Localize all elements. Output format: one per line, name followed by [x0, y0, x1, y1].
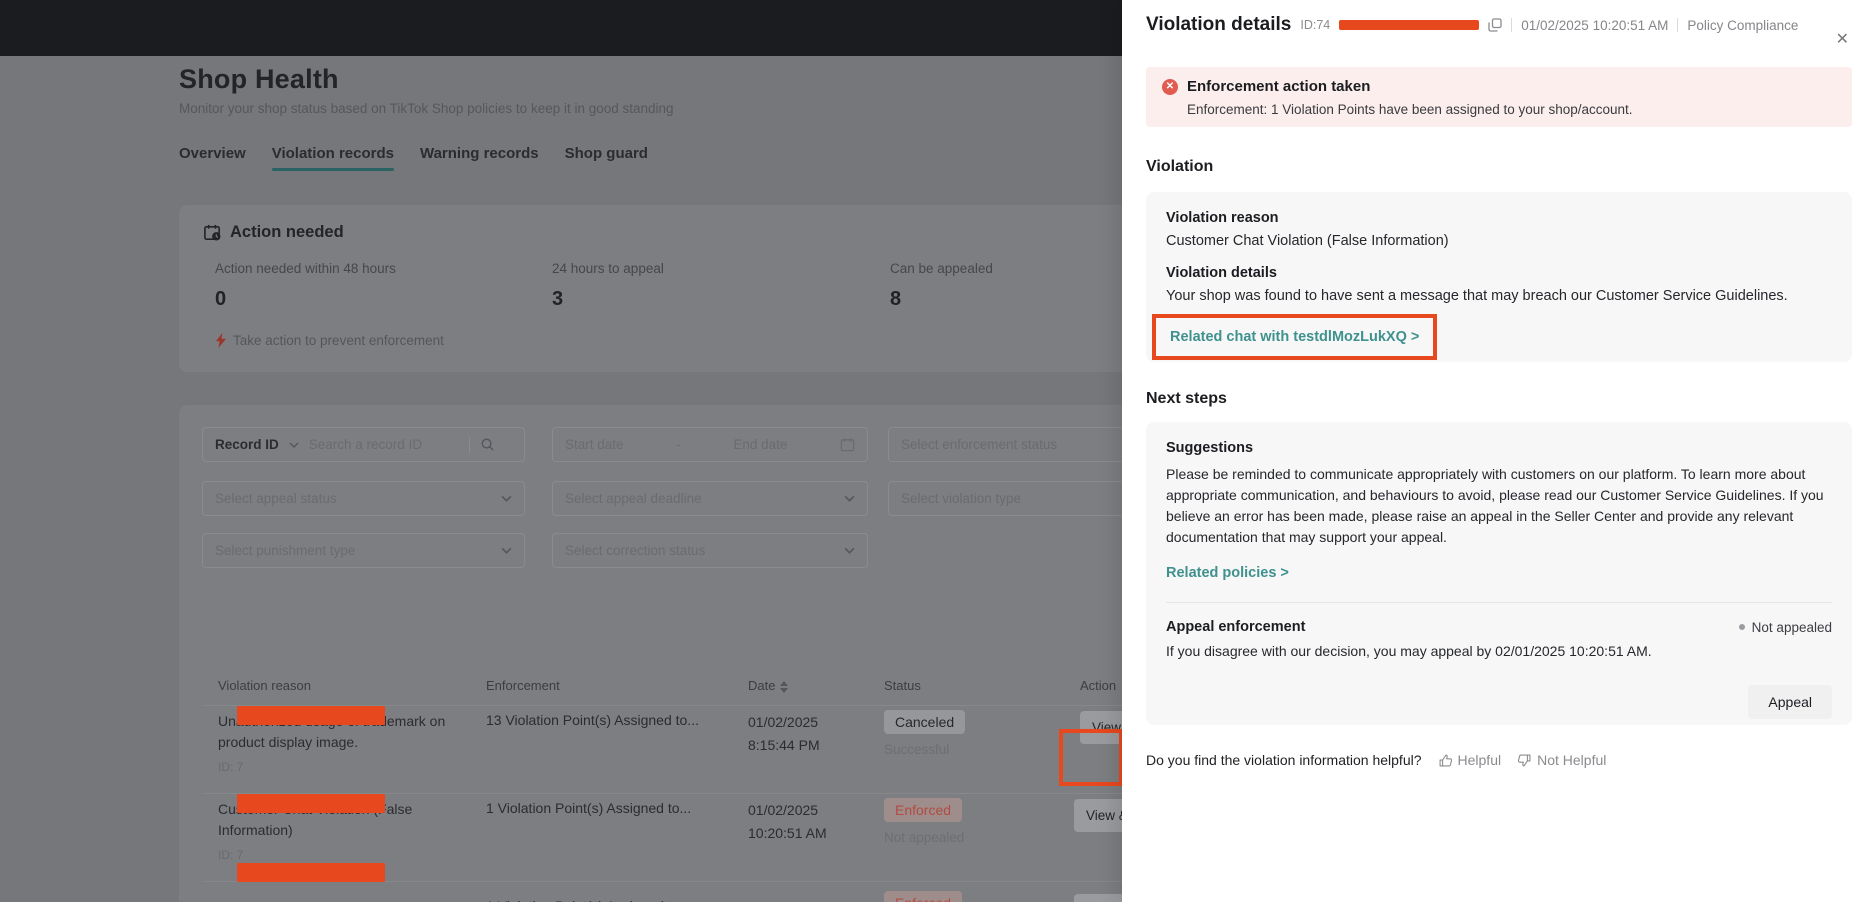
status-dot	[1739, 624, 1745, 630]
appeal-status-badge: Not appealed	[1739, 620, 1832, 635]
correction-status-select[interactable]: Select correction status	[552, 533, 868, 568]
calendar-icon[interactable]	[840, 437, 855, 452]
status-badge: Enforced	[884, 891, 962, 902]
next-steps-card: Suggestions Please be reminded to commun…	[1146, 422, 1852, 725]
end-date-field[interactable]: End date	[733, 437, 787, 452]
calendar-clock-icon	[203, 223, 222, 242]
helpful-button[interactable]: Helpful	[1438, 752, 1502, 768]
search-icon[interactable]	[480, 437, 495, 452]
annotation-highlight: Related chat with testdlMozLukXQ >	[1152, 314, 1437, 360]
suggestions-label: Suggestions	[1166, 440, 1832, 456]
panel-header: Violation details ID:74 01/02/2025 10:20…	[1146, 14, 1798, 36]
lightning-icon	[215, 333, 227, 348]
start-date-field[interactable]: Start date	[565, 437, 624, 452]
thumbs-down-icon	[1517, 753, 1532, 768]
violation-details-panel: Violation details ID:74 01/02/2025 10:20…	[1122, 0, 1867, 902]
substatus: Successful	[884, 742, 965, 757]
substatus: Not appealed	[884, 830, 964, 845]
appeal-deadline-text: If you disagree with our decision, you m…	[1166, 643, 1832, 659]
alert-body: Enforcement: 1 Violation Points have bee…	[1187, 102, 1836, 117]
feedback-footer: Do you find the violation information he…	[1146, 752, 1606, 768]
chevron-down-icon	[844, 547, 855, 554]
violation-category: Policy Compliance	[1687, 18, 1798, 33]
page-subtitle: Monitor your shop status based on TikTok…	[179, 101, 674, 116]
appeal-status-select[interactable]: Select appeal status	[202, 481, 525, 516]
divider	[1677, 18, 1678, 32]
next-steps-heading: Next steps	[1146, 390, 1227, 408]
violation-reason-value: Customer Chat Violation (False Informati…	[1166, 233, 1832, 249]
punishment-type-select[interactable]: Select punishment type	[202, 533, 525, 568]
alert-title: Enforcement action taken	[1187, 78, 1370, 95]
redaction-bar	[237, 863, 385, 882]
thumbs-up-icon	[1438, 753, 1453, 768]
violation-timestamp: 01/02/2025 10:20:51 AM	[1521, 18, 1668, 33]
violation-card: Violation reason Customer Chat Violation…	[1146, 192, 1852, 362]
violation-id: ID:74	[1300, 18, 1330, 32]
sort-icon[interactable]	[780, 681, 788, 693]
redaction-bar	[237, 794, 385, 813]
tab-overview[interactable]: Overview	[179, 145, 246, 171]
suggestions-text: Please be reminded to communicate approp…	[1166, 464, 1832, 548]
record-id-select[interactable]: Record ID	[215, 437, 279, 452]
chevron-down-icon	[501, 547, 512, 554]
col-violation-reason: Violation reason	[218, 678, 311, 693]
redaction-bar	[1339, 20, 1479, 30]
date-range-picker[interactable]: Start date - End date	[552, 427, 868, 462]
chevron-down-icon	[289, 442, 299, 448]
violation-reason-label: Violation reason	[1166, 210, 1832, 226]
panel-title: Violation details	[1146, 14, 1291, 36]
appeal-button[interactable]: Appeal	[1748, 685, 1832, 719]
annotation-highlight	[1059, 729, 1123, 786]
divider	[469, 437, 470, 453]
appeal-enforcement-label: Appeal enforcement	[1166, 619, 1305, 635]
redaction-bar	[237, 706, 385, 725]
related-chat-link[interactable]: Related chat with testdlMozLukXQ >	[1170, 329, 1419, 345]
copy-icon[interactable]	[1488, 18, 1502, 32]
search-input[interactable]	[309, 437, 459, 452]
col-action: Action	[1080, 678, 1116, 693]
not-helpful-button[interactable]: Not Helpful	[1517, 752, 1606, 768]
col-status: Status	[884, 678, 921, 693]
chevron-down-icon	[844, 495, 855, 502]
appeal-deadline-select[interactable]: Select appeal deadline	[552, 481, 868, 516]
stat-24h-appeal: 24 hours to appeal 3	[552, 261, 664, 311]
close-icon[interactable]: ✕	[1836, 32, 1849, 48]
stat-action-needed: Action needed within 48 hours 0	[215, 261, 396, 311]
enforcement-alert: ✕ Enforcement action taken Enforcement: …	[1146, 67, 1852, 127]
related-policies-link[interactable]: Related policies >	[1166, 565, 1289, 581]
col-date: Date	[748, 678, 788, 693]
record-id-search[interactable]: Record ID	[202, 427, 525, 462]
prevent-enforcement-note: Take action to prevent enforcement	[215, 333, 444, 348]
tab-bar: Overview Violation records Warning recor…	[179, 145, 648, 171]
date-separator: -	[676, 437, 681, 452]
violation-details-label: Violation details	[1166, 265, 1832, 281]
divider	[1166, 602, 1832, 603]
status-badge: Enforced	[884, 798, 962, 822]
col-enforcement: Enforcement	[486, 678, 560, 693]
tab-shop-guard[interactable]: Shop guard	[565, 145, 648, 171]
stat-can-be-appealed: Can be appealed 8	[890, 261, 993, 311]
violation-details-value: Your shop was found to have sent a messa…	[1166, 288, 1832, 304]
chevron-down-icon	[501, 495, 512, 502]
action-needed-header: Action needed	[203, 223, 344, 242]
tab-warning-records[interactable]: Warning records	[420, 145, 539, 171]
feedback-question: Do you find the violation information he…	[1146, 752, 1422, 768]
error-icon: ✕	[1162, 79, 1178, 95]
action-needed-title: Action needed	[230, 223, 344, 242]
violation-section-heading: Violation	[1146, 158, 1213, 176]
divider	[1511, 18, 1512, 32]
page-title: Shop Health	[179, 64, 339, 95]
status-badge: Canceled	[884, 710, 965, 734]
tab-violation-records[interactable]: Violation records	[272, 145, 394, 171]
